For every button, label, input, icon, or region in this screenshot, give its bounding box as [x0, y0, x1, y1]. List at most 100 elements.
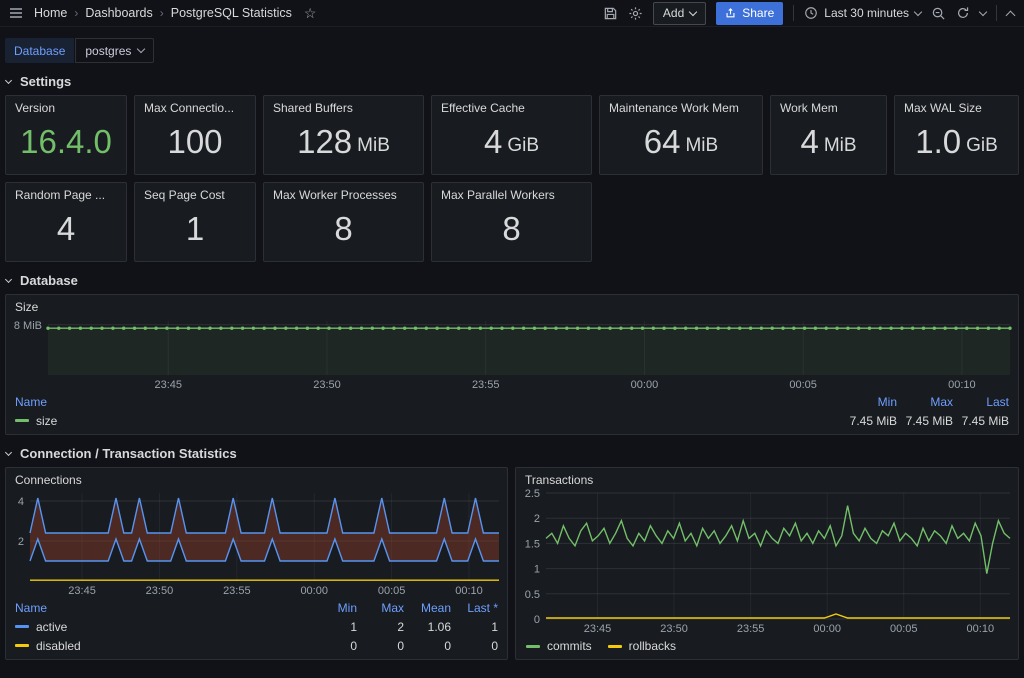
database-variable-value: postgres [85, 44, 131, 58]
refresh-icon[interactable] [956, 6, 970, 20]
stat-value: 8 [264, 204, 423, 261]
section-database[interactable]: Database [6, 273, 1018, 288]
share-button[interactable]: Share [716, 2, 783, 25]
size-legend: NameMinMaxLast size7.45 MiB7.45 MiB7.45 … [6, 391, 1018, 434]
refresh-interval-chevron-icon[interactable] [979, 7, 987, 15]
stat-panel-max-connectio: Max Connectio... 100 [134, 95, 256, 175]
legend-header-row: NameMinMaxLast [15, 392, 1009, 411]
legend-col-last[interactable]: Last * [451, 601, 498, 615]
svg-text:8 MiB: 8 MiB [14, 320, 42, 332]
series-color-dash [608, 645, 622, 648]
svg-text:23:45: 23:45 [68, 585, 96, 597]
breadcrumb-separator: › [74, 6, 78, 20]
legend-value: 0 [310, 639, 357, 653]
top-navbar: Home›Dashboards›PostgreSQL Statistics ☆ … [0, 0, 1024, 27]
legend-series-active[interactable]: active [15, 620, 310, 634]
legend-value: 7.45 MiB [897, 414, 953, 428]
star-icon[interactable]: ☆ [304, 5, 317, 22]
stat-panel-maintenance-work-mem: Maintenance Work Mem 64MiB [599, 95, 763, 175]
legend-series-commits[interactable]: commits [526, 639, 592, 653]
settings-stats-row-2: Random Page ... 4 Seq Page Cost 1 Max Wo… [5, 182, 1019, 262]
svg-text:00:10: 00:10 [967, 623, 995, 635]
add-button-label: Add [663, 6, 684, 20]
settings-stats-row-1: Version 16.4.0 Max Connectio... 100 Shar… [5, 95, 1019, 175]
legend-col-max[interactable]: Max [357, 601, 404, 615]
transactions-chart[interactable]: 23:4523:5023:5500:0000:0500:1000.511.522… [516, 487, 1018, 635]
stat-value: 4GiB [432, 117, 591, 174]
database-variable-dropdown[interactable]: postgres [75, 38, 154, 63]
time-range-picker[interactable]: Last 30 minutes [804, 6, 921, 20]
svg-text:00:00: 00:00 [300, 585, 328, 597]
legend-series-size[interactable]: size [15, 414, 841, 428]
legend-series-rollbacks[interactable]: rollbacks [608, 639, 676, 653]
chevron-down-icon [5, 448, 12, 455]
stat-value: 1.0GiB [895, 117, 1018, 174]
legend-col-min[interactable]: Min [310, 601, 357, 615]
breadcrumb-item[interactable]: Dashboards [85, 6, 152, 20]
share-button-label: Share [742, 6, 774, 20]
legend-col-name[interactable]: Name [15, 601, 310, 615]
legend-col-min[interactable]: Min [841, 395, 897, 409]
legend-row: active121.061 [15, 617, 498, 636]
legend-series-disabled[interactable]: disabled [15, 639, 310, 653]
legend-col-max[interactable]: Max [897, 395, 953, 409]
chevron-down-icon [5, 275, 12, 282]
stat-value: 8 [432, 204, 591, 261]
panel-connections: Connections 23:4523:5023:5500:0000:0500:… [5, 467, 508, 660]
svg-text:00:05: 00:05 [890, 623, 918, 635]
chevron-down-icon [914, 7, 922, 15]
save-icon[interactable] [603, 6, 618, 21]
svg-text:23:55: 23:55 [472, 379, 500, 391]
stat-title: Max Worker Processes [264, 183, 423, 204]
size-chart[interactable]: 23:4523:5023:5500:0000:0500:108 MiB [6, 315, 1018, 391]
share-icon [725, 7, 736, 19]
stat-title: Max WAL Size [895, 96, 1018, 117]
svg-text:23:50: 23:50 [146, 585, 174, 597]
panel-transactions: Transactions 23:4523:5023:5500:0000:0500… [515, 467, 1019, 660]
section-settings-title: Settings [20, 74, 71, 89]
gear-icon[interactable] [628, 6, 643, 21]
svg-text:23:45: 23:45 [584, 623, 612, 635]
stat-title: Maintenance Work Mem [600, 96, 762, 117]
legend-row: disabled0000 [15, 636, 498, 655]
legend-value: 1 [451, 620, 498, 634]
svg-text:1.5: 1.5 [525, 538, 540, 550]
stat-panel-random-page: Random Page ... 4 [5, 182, 127, 262]
section-connection-transaction[interactable]: Connection / Transaction Statistics [6, 446, 1018, 461]
breadcrumb-item[interactable]: PostgreSQL Statistics [171, 6, 292, 20]
menu-icon[interactable] [8, 5, 24, 21]
stat-panel-version: Version 16.4.0 [5, 95, 127, 175]
stat-panel-seq-page-cost: Seq Page Cost 1 [134, 182, 256, 262]
stat-title: Max Parallel Workers [432, 183, 591, 204]
zoom-out-icon[interactable] [931, 6, 946, 21]
panel-title[interactable]: Connections [6, 468, 507, 487]
series-color-dash [526, 645, 540, 648]
panel-size: Size 23:4523:5023:5500:0000:0500:108 MiB… [5, 294, 1019, 435]
time-range-label: Last 30 minutes [824, 6, 909, 20]
svg-text:00:10: 00:10 [948, 379, 976, 391]
svg-text:23:55: 23:55 [737, 623, 765, 635]
stat-panel-max-worker-processes: Max Worker Processes 8 [263, 182, 424, 262]
add-button[interactable]: Add [653, 2, 706, 25]
chevron-up-icon[interactable] [1007, 8, 1014, 19]
svg-text:23:55: 23:55 [223, 585, 251, 597]
svg-text:2: 2 [534, 513, 540, 525]
stat-value: 4 [6, 204, 126, 261]
connections-chart[interactable]: 23:4523:5023:5500:0000:0500:1024 [6, 487, 507, 597]
stat-panel-shared-buffers: Shared Buffers 128MiB [263, 95, 424, 175]
panel-title[interactable]: Transactions [516, 468, 1018, 487]
series-color-dash [15, 419, 29, 422]
legend-col-mean[interactable]: Mean [404, 601, 451, 615]
svg-text:2.5: 2.5 [525, 488, 540, 500]
section-settings[interactable]: Settings [6, 74, 1018, 89]
transactions-legend: commits rollbacks [516, 635, 1018, 659]
section-connection-transaction-title: Connection / Transaction Statistics [20, 446, 237, 461]
breadcrumb-item[interactable]: Home [34, 6, 67, 20]
panel-title[interactable]: Size [6, 295, 1018, 315]
legend-col-name[interactable]: Name [15, 395, 841, 409]
variable-label: Database [5, 38, 74, 63]
svg-text:00:05: 00:05 [378, 585, 406, 597]
chevron-down-icon [5, 76, 12, 83]
legend-col-last[interactable]: Last [953, 395, 1009, 409]
legend-value: 0 [404, 639, 451, 653]
